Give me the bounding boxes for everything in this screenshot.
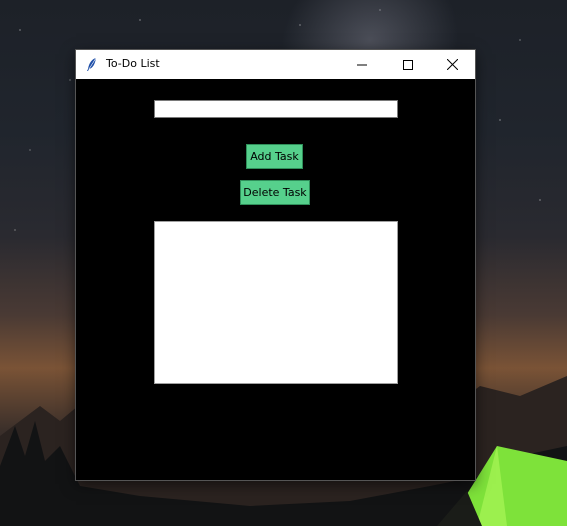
close-button[interactable] [429,50,475,79]
close-icon [446,59,458,70]
task-input[interactable] [154,100,398,118]
delete-task-button[interactable]: Delete Task [240,180,310,205]
maximize-icon [403,59,413,70]
task-listbox[interactable] [154,221,398,384]
feather-icon [87,57,97,71]
minimize-icon [357,64,367,65]
window-title: To-Do List [106,57,160,70]
title-bar[interactable]: To-Do List [76,50,475,79]
add-task-button[interactable]: Add Task [246,144,303,169]
todo-window: To-Do List Add Task Delete Task [76,50,475,480]
minimize-button[interactable] [339,50,385,79]
maximize-button[interactable] [385,50,431,79]
